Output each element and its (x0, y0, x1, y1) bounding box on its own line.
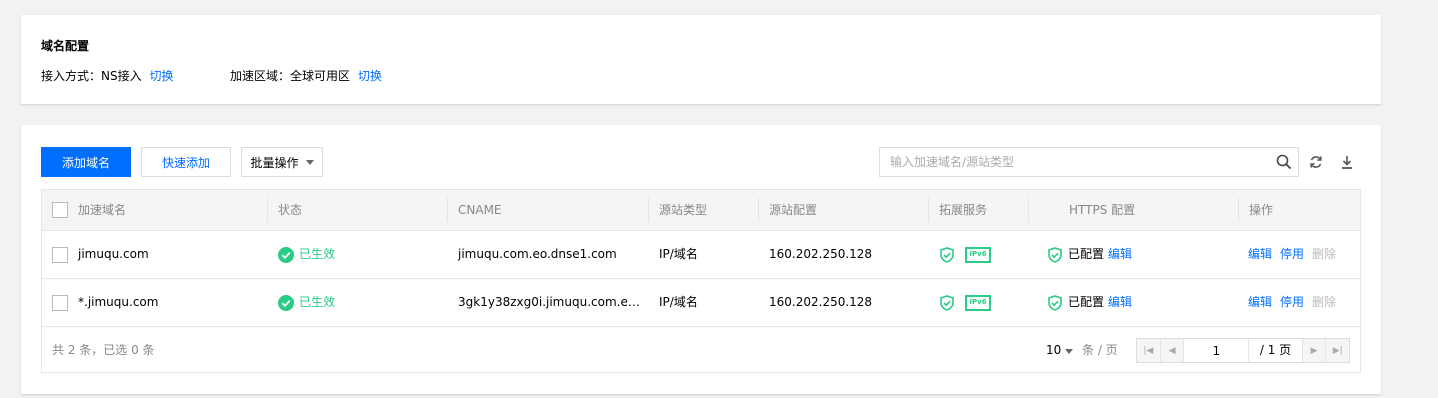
select-all-checkbox[interactable] (52, 202, 68, 218)
table-footer: 共 2 条，已选 0 条 10 条 / 页 |◀ ◀ / 1 页 ▶ ▶| (42, 327, 1360, 373)
search-box (879, 147, 1299, 177)
origin-type-cell: IP/域名 (659, 295, 698, 309)
status-cell: 已生效 (278, 279, 335, 326)
col-divider (1238, 198, 1239, 222)
https-cell: 已配置 编辑 (1047, 231, 1132, 278)
caret-down-icon (305, 159, 314, 165)
col-origin-type: 源站类型 (659, 203, 708, 217)
check-circle-icon (278, 246, 294, 263)
page-size-select[interactable]: 10 (1046, 327, 1074, 373)
total-pages: / 1 页 (1248, 339, 1302, 362)
access-mode-row: 接入方式：NS接入 切换 (41, 67, 173, 84)
shield-check-icon (940, 246, 954, 263)
table-row: *.jimuqu.com 已生效 3gk1y38zxg0i.jimuqu.com… (42, 279, 1360, 327)
col-domain: 加速域名 (78, 203, 127, 217)
batch-ops-dropdown[interactable]: 批量操作 (241, 147, 323, 177)
ext-services-cell: IPv6 (939, 231, 991, 278)
domain-cell: *.jimuqu.com (78, 295, 159, 309)
edit-link[interactable]: 编辑 (1248, 247, 1272, 261)
disable-link[interactable]: 停用 (1280, 295, 1304, 309)
col-actions: 操作 (1249, 203, 1274, 217)
col-divider (928, 198, 929, 222)
col-divider (447, 198, 448, 222)
pagination: |◀ ◀ / 1 页 ▶ ▶| (1136, 338, 1350, 363)
col-origin-config: 源站配置 (769, 203, 818, 217)
panel-title: 域名配置 (41, 39, 90, 53)
domain-list-panel: 添加域名 快速添加 批量操作 加速域名 状态 CNAME 源站类型 (21, 125, 1381, 394)
col-status: 状态 (278, 203, 303, 217)
col-divider (648, 198, 649, 222)
ipv6-badge: IPv6 (965, 246, 991, 263)
add-domain-button[interactable]: 添加域名 (41, 147, 131, 177)
row-checkbox[interactable] (52, 295, 68, 311)
shield-check-icon (1048, 246, 1062, 263)
delete-link[interactable]: 删除 (1312, 295, 1336, 309)
accel-region-row: 加速区域：全球可用区 切换 (230, 67, 382, 84)
status-text: 已生效 (299, 247, 336, 261)
cname-cell: 3gk1y38zxg0i.jimuqu.com.eo.d... (458, 295, 643, 309)
col-divider (267, 198, 268, 222)
delete-link[interactable]: 删除 (1312, 247, 1336, 261)
accel-region-value: 全球可用区 (290, 69, 351, 83)
table-row: jimuqu.com 已生效 jimuqu.com.eo.dnse1.com I… (42, 231, 1360, 279)
caret-down-icon (1065, 349, 1074, 354)
accel-region-switch-link[interactable]: 切换 (358, 69, 382, 83)
actions-cell: 编辑 停用 删除 (1248, 231, 1344, 278)
domain-cell: jimuqu.com (78, 247, 149, 261)
https-cell: 已配置 编辑 (1047, 279, 1132, 326)
actions-cell: 编辑 停用 删除 (1248, 279, 1344, 326)
refresh-icon[interactable] (1308, 154, 1324, 170)
first-page-icon[interactable]: |◀ (1137, 339, 1161, 362)
origin-config-cell: 160.202.250.128 (769, 295, 873, 309)
access-mode-value: NS接入 (101, 69, 142, 83)
https-status: 已配置 (1068, 295, 1105, 309)
download-icon[interactable] (1339, 154, 1355, 170)
https-edit-link[interactable]: 编辑 (1108, 231, 1132, 278)
status-cell: 已生效 (278, 231, 335, 278)
table-header: 加速域名 状态 CNAME 源站类型 源站配置 拓展服务 HTTPS 配置 操作 (42, 190, 1360, 231)
quick-add-button[interactable]: 快速添加 (141, 147, 231, 177)
shield-check-icon (940, 294, 954, 311)
disable-link[interactable]: 停用 (1280, 247, 1304, 261)
search-icon[interactable] (1276, 154, 1292, 170)
next-page-icon[interactable]: ▶ (1301, 339, 1326, 362)
ext-services-cell: IPv6 (939, 279, 991, 326)
col-divider (758, 198, 759, 222)
ipv6-badge: IPv6 (965, 294, 991, 311)
page-size-value: 10 (1046, 343, 1062, 357)
search-input[interactable] (880, 148, 1260, 176)
page-number-input[interactable] (1184, 339, 1249, 362)
row-checkbox[interactable] (52, 247, 68, 263)
domain-table: 加速域名 状态 CNAME 源站类型 源站配置 拓展服务 HTTPS 配置 操作… (41, 189, 1361, 373)
cname-cell: jimuqu.com.eo.dnse1.com (458, 247, 617, 261)
prev-page-icon[interactable]: ◀ (1161, 339, 1185, 362)
col-https: HTTPS 配置 (1069, 203, 1136, 217)
check-circle-icon (278, 294, 294, 311)
status-text: 已生效 (299, 295, 336, 309)
last-page-icon[interactable]: ▶| (1325, 339, 1349, 362)
col-ext-services: 拓展服务 (939, 203, 988, 217)
selection-summary: 共 2 条，已选 0 条 (52, 343, 155, 357)
origin-config-cell: 160.202.250.128 (769, 247, 873, 261)
col-cname: CNAME (458, 203, 502, 217)
batch-ops-label: 批量操作 (250, 155, 299, 170)
edit-link[interactable]: 编辑 (1248, 295, 1272, 309)
https-edit-link[interactable]: 编辑 (1108, 279, 1132, 326)
domain-config-panel: 域名配置 接入方式：NS接入 切换 加速区域：全球可用区 切换 (21, 15, 1381, 104)
https-status: 已配置 (1068, 247, 1105, 261)
col-divider (1028, 198, 1029, 222)
access-mode-switch-link[interactable]: 切换 (149, 69, 173, 83)
access-mode-label: 接入方式： (41, 69, 102, 83)
accel-region-label: 加速区域： (230, 69, 291, 83)
shield-check-icon (1048, 294, 1062, 311)
per-page-label: 条 / 页 (1082, 343, 1118, 357)
origin-type-cell: IP/域名 (659, 247, 698, 261)
